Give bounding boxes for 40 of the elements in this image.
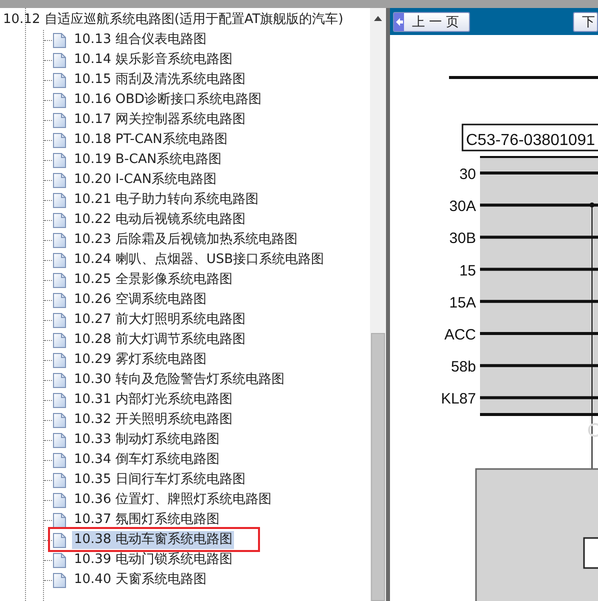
tree-item[interactable]: 10.35 日间行车灯系统电路图 [72, 471, 248, 489]
tree-item[interactable]: 10.40 天窗系统电路图 [72, 571, 208, 589]
tree-item[interactable]: 10.36 位置灯、牌照灯系统电路图 [72, 491, 274, 509]
tree-item[interactable]: 10.18 PT-CAN系统电路图 [72, 131, 230, 149]
tree-item[interactable]: 10.28 前大灯调节系统电路图 [72, 331, 248, 349]
tree-item[interactable]: 10.24 喇叭、点烟器、USB接口系统电路图 [72, 251, 326, 269]
tree-item[interactable]: 10.17 网关控制器系统电路图 [72, 111, 248, 129]
tree-item[interactable]: 10.27 前大灯照明系统电路图 [72, 311, 248, 329]
tree-item[interactable]: 10.31 内部灯光系统电路图 [72, 391, 234, 409]
tree-item[interactable]: 10.16 OBD诊断接口系统电路图 [72, 91, 264, 109]
rail-label: KL87 [440, 390, 476, 408]
tree-item[interactable]: 10.20 I-CAN系统电路图 [72, 171, 219, 189]
tree-item[interactable]: 10.21 电子助力转向系统电路图 [72, 191, 260, 209]
rail-label: 30A [449, 198, 476, 216]
tree-item[interactable]: 10.12 自适应巡航系统电路图(适用于配置AT旗舰版的汽车) [3, 12, 344, 28]
tree-item[interactable]: 10.26 空调系统电路图 [72, 291, 208, 309]
tree-item[interactable]: 10.25 全景影像系统电路图 [72, 271, 234, 289]
rail-label: 15A [449, 294, 476, 312]
tree-item[interactable]: 10.38 电动车窗系统电路图 [72, 531, 234, 549]
rail-label: 30 [459, 166, 476, 183]
tree-item[interactable]: 10.15 雨刮及清洗系统电路图 [72, 71, 248, 89]
tree-item[interactable]: 10.19 B-CAN系统电路图 [72, 151, 224, 169]
next-page-button[interactable]: 下 [573, 12, 598, 32]
tree-item[interactable]: 10.39 电动门锁系统电路图 [72, 551, 234, 569]
rail-label: ACC [444, 326, 476, 344]
rail-label: 15 [459, 262, 476, 280]
tree-item[interactable]: 10.23 后除霜及后视镜加热系统电路图 [72, 231, 300, 249]
part-number-label: C53-76-03801091 [462, 124, 598, 152]
tree-item[interactable]: 10.32 开关照明系统电路图 [72, 411, 234, 429]
tree-item[interactable]: 10.13 组合仪表电路图 [72, 31, 208, 49]
tree-item[interactable]: 10.33 制动灯系统电路图 [72, 431, 222, 449]
rail-label: 30B [449, 230, 476, 248]
tree-item[interactable]: 10.14 娱乐影音系统电路图 [72, 51, 234, 69]
tree-item[interactable]: 10.30 转向及危险警告灯系统电路图 [72, 371, 286, 389]
tree-item[interactable]: 10.34 倒车灯系统电路图 [72, 451, 222, 469]
tree-item[interactable]: 10.37 氛围灯系统电路图 [72, 511, 222, 529]
previous-page-button[interactable]: 上一页 [393, 12, 470, 32]
tree-item[interactable]: 10.29 雾灯系统电路图 [72, 351, 208, 369]
tree-item[interactable]: 10.22 电动后视镜系统电路图 [72, 211, 248, 229]
rail-label: 58b [450, 358, 476, 376]
